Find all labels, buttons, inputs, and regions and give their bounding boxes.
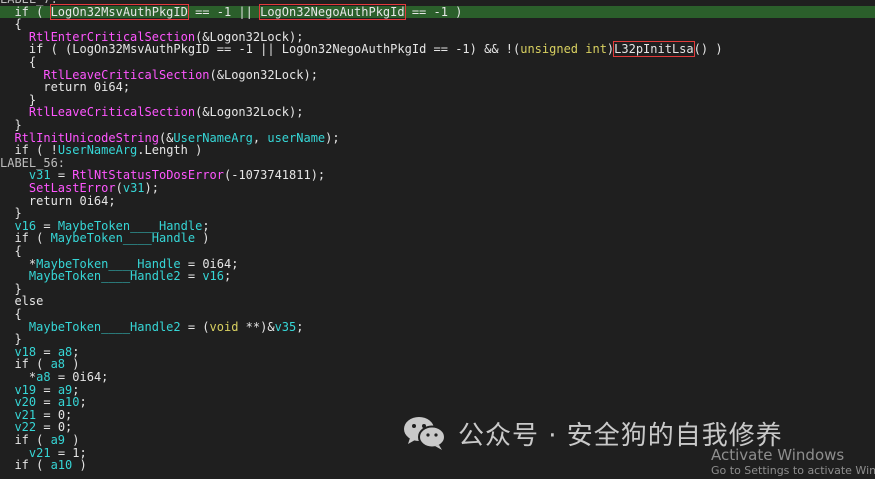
code-token: **)& <box>238 319 275 334</box>
code-token: v16 <box>202 269 224 284</box>
code-token: LogOn32NegoAuthPkgId <box>281 42 427 57</box>
highlighted-identifier: L32pInitLsa <box>613 41 695 58</box>
code-token: ); <box>144 181 159 195</box>
code-line[interactable]: if ( a8 ) <box>0 358 875 371</box>
code-token: ) <box>72 458 87 473</box>
code-token: return 0i64; <box>28 193 116 208</box>
code-line[interactable]: v19 = a9; <box>0 383 875 397</box>
decompiler-code-view[interactable]: LABEL_7: if ( LogOn32MsvAuthPkgID == -1 … <box>0 0 875 479</box>
code-token: = ( <box>180 319 210 334</box>
code-line[interactable]: v20 = a10; <box>0 396 875 409</box>
highlighted-identifier: LogOn32NegoAuthPkgId <box>259 3 406 20</box>
code-token: ); <box>325 130 340 145</box>
code-line[interactable]: if ( MaybeToken____Handle ) <box>0 232 875 245</box>
activate-windows-subtitle: Go to Settings to activate Windows. <box>711 464 875 477</box>
code-token: v31 <box>122 181 145 195</box>
code-token: MaybeToken____Handle2 <box>28 319 181 334</box>
activate-windows-notice: Activate Windows Go to Settings to activ… <box>711 446 875 478</box>
highlighted-identifier: LogOn32MsvAuthPkgID <box>49 3 189 20</box>
code-token: if ( <box>14 458 51 473</box>
code-token: Logon32Lock <box>223 67 304 82</box>
code-token: a10 <box>50 458 73 473</box>
code-line[interactable]: SetLastError(v31); <box>0 182 875 195</box>
code-token: v35 <box>274 319 297 334</box>
code-token: = <box>180 269 203 284</box>
code-line[interactable]: *a8 = 0i64; <box>0 371 875 384</box>
code-token: Logon32Lock <box>209 105 290 120</box>
code-token: UserNameArg <box>57 143 138 158</box>
code-token: == -1 || <box>187 4 261 19</box>
code-line[interactable]: if ( !UserNameArg.Length ) <box>0 144 875 157</box>
code-token: ; <box>224 269 232 284</box>
code-token: void <box>209 319 239 334</box>
code-token: MaybeToken____Handle <box>50 231 196 246</box>
code-token: return 0i64; <box>43 80 131 95</box>
code-token: == -1 || <box>209 42 282 57</box>
code-line[interactable]: if ( LogOn32MsvAuthPkgID == -1 || LogOn3… <box>0 3 875 20</box>
code-line[interactable]: } <box>0 282 875 296</box>
code-token: ; <box>296 319 304 334</box>
code-token: ) <box>195 231 210 246</box>
code-line[interactable]: MaybeToken____Handle2 = (void **)&v35; <box>0 319 875 334</box>
code-token: LogOn32MsvAuthPkgID <box>72 42 210 57</box>
code-token: ); <box>289 105 304 120</box>
code-line[interactable]: return 0i64; <box>0 81 875 94</box>
code-token: ; <box>79 395 87 410</box>
code-token: == -1) && !( <box>426 42 521 57</box>
code-line[interactable]: } <box>0 333 875 346</box>
code-token: userName <box>267 130 326 145</box>
code-line[interactable]: RtlLeaveCriticalSection(&Logon32Lock); <box>0 106 875 119</box>
activate-windows-title: Activate Windows <box>711 446 845 464</box>
code-token: (& <box>209 67 224 82</box>
code-token: RtlLeaveCriticalSection <box>28 105 196 120</box>
code-line[interactable]: MaybeToken____Handle2 = v16; <box>0 270 875 283</box>
code-token: () ) <box>693 42 723 57</box>
code-token: == -1 ) <box>404 4 463 19</box>
code-token: MaybeToken____Handle2 <box>28 269 181 284</box>
code-token: (-1073741811); <box>224 168 326 183</box>
code-token: .Length ) <box>137 143 203 158</box>
code-line[interactable]: v18 = a8; <box>0 345 875 359</box>
code-line[interactable]: RtlLeaveCriticalSection(&Logon32Lock); <box>0 67 875 82</box>
code-line[interactable]: else <box>0 295 875 308</box>
code-line[interactable]: return 0i64; <box>0 193 875 208</box>
code-line[interactable]: if ( (LogOn32MsvAuthPkgID == -1 || LogOn… <box>0 41 875 58</box>
code-token: , <box>252 130 268 145</box>
code-token: (& <box>195 105 210 120</box>
code-token: ); <box>303 67 318 82</box>
code-token: unsigned int <box>520 42 607 57</box>
wechat-icon <box>404 417 446 450</box>
code-token: ( <box>115 181 123 195</box>
